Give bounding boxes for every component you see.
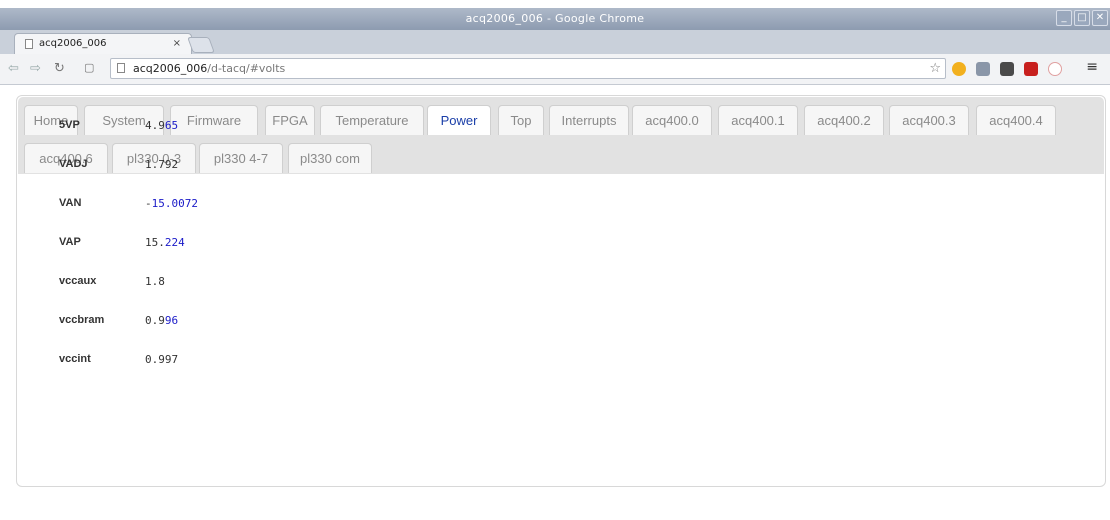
forward-icon[interactable]: ⇨	[30, 61, 41, 76]
web-page: Home System Firmware FPGA Temperature Power To…	[0, 85, 1110, 520]
reload-icon[interactable]: ↻	[54, 61, 65, 76]
tab-temperature[interactable]: Temperature	[320, 105, 424, 135]
reading-value-stable: 0.997	[145, 353, 179, 366]
reading-value-changed: 65	[164, 119, 179, 132]
browser-toolbar: ⇦ ⇨ ↻ ▢ acq2006_006/d-tacq/#volts ☆ ≡	[0, 54, 1110, 85]
new-tab-button[interactable]	[187, 37, 215, 53]
close-window-icon[interactable]: ✕	[1092, 10, 1108, 26]
url-path: /d-tacq/#volts	[207, 62, 286, 75]
browser-tab-strip: acq2006_006 ×	[0, 30, 1110, 55]
maximize-icon[interactable]: □	[1074, 10, 1090, 26]
reading-value-stable: 1.8	[145, 275, 165, 288]
tab-acq400-1[interactable]: acq400.1	[718, 105, 798, 135]
tab-power[interactable]: Power	[427, 105, 491, 135]
reading-name: VAP	[59, 236, 81, 248]
reading-name: vccbram	[59, 314, 105, 326]
reading-value: 1.792	[145, 158, 178, 171]
tab-pl330-com[interactable]: pl330 com	[288, 143, 372, 173]
address-bar[interactable]: acq2006_006/d-tacq/#volts ☆	[110, 58, 946, 79]
reading-name: VADJ	[59, 158, 88, 170]
tab-top[interactable]: Top	[498, 105, 544, 135]
page-heading-strip	[0, 0, 1110, 8]
browser-menu-icon[interactable]: ≡	[1086, 59, 1098, 75]
extension-flag-icon[interactable]	[1024, 62, 1038, 76]
window-controls: _ □ ✕	[1056, 10, 1108, 26]
reading-value: 15.224	[145, 236, 185, 249]
window-titlebar: acq2006_006 - Google Chrome _ □ ✕	[0, 8, 1110, 30]
reading-value-stable: -	[145, 197, 152, 210]
tab-navigation: Home System Firmware FPGA Temperature Power To…	[18, 97, 1104, 174]
minimize-icon[interactable]: _	[1056, 10, 1072, 26]
page-icon	[117, 63, 125, 73]
tab-acq400-2[interactable]: acq400.2	[804, 105, 884, 135]
reading-value-stable: 15.	[145, 236, 165, 249]
extension-clock-icon[interactable]	[952, 62, 966, 76]
content-panel: Home System Firmware FPGA Temperature Power To…	[16, 95, 1106, 487]
reading-value: 0.997	[145, 353, 178, 366]
url-text: acq2006_006/d-tacq/#volts	[133, 59, 285, 78]
tab-interrupts[interactable]: Interrupts	[549, 105, 629, 135]
tab-acq400-0[interactable]: acq400.0	[632, 105, 712, 135]
tab-firmware[interactable]: Firmware	[170, 105, 258, 135]
tab-fpga[interactable]: FPGA	[265, 105, 315, 135]
reading-value-stable: 4.9	[145, 119, 165, 132]
home-page-icon[interactable]: ▢	[84, 61, 94, 74]
extension-tools-icon[interactable]	[976, 62, 990, 76]
browser-tab-label: acq2006_006	[39, 38, 107, 49]
tab-acq400-3[interactable]: acq400.3	[889, 105, 969, 135]
reading-value: -15.0072	[145, 197, 198, 210]
reading-name: VAN	[59, 197, 82, 209]
reading-value: 0.996	[145, 314, 178, 327]
tab-acq400-4[interactable]: acq400.4	[976, 105, 1056, 135]
reading-name: vccaux	[59, 275, 97, 287]
extension-calculator-icon[interactable]	[1000, 62, 1014, 76]
back-icon[interactable]: ⇦	[8, 61, 19, 76]
browser-tab[interactable]: acq2006_006 ×	[14, 33, 192, 54]
page-favicon-icon	[25, 39, 33, 49]
reading-value-changed: 96	[164, 314, 179, 327]
reading-name: 5VP	[59, 119, 80, 131]
reading-value-stable: 1.792	[145, 158, 179, 171]
tab-pl330-4-7[interactable]: pl330 4-7	[199, 143, 283, 173]
reading-value-stable: 0.9	[145, 314, 165, 327]
bookmark-star-icon[interactable]: ☆	[929, 59, 941, 78]
reading-value-changed: 15.0072	[151, 197, 198, 210]
extension-info-icon[interactable]	[1048, 62, 1062, 76]
reading-value-changed: 224	[164, 236, 185, 249]
reading-value: 1.8	[145, 275, 165, 288]
tab-close-icon[interactable]: ×	[173, 34, 181, 54]
url-host: acq2006_006	[133, 62, 208, 75]
reading-name: vccint	[59, 353, 91, 365]
reading-value: 4.965	[145, 119, 178, 132]
window-title: acq2006_006 - Google Chrome	[465, 12, 645, 25]
